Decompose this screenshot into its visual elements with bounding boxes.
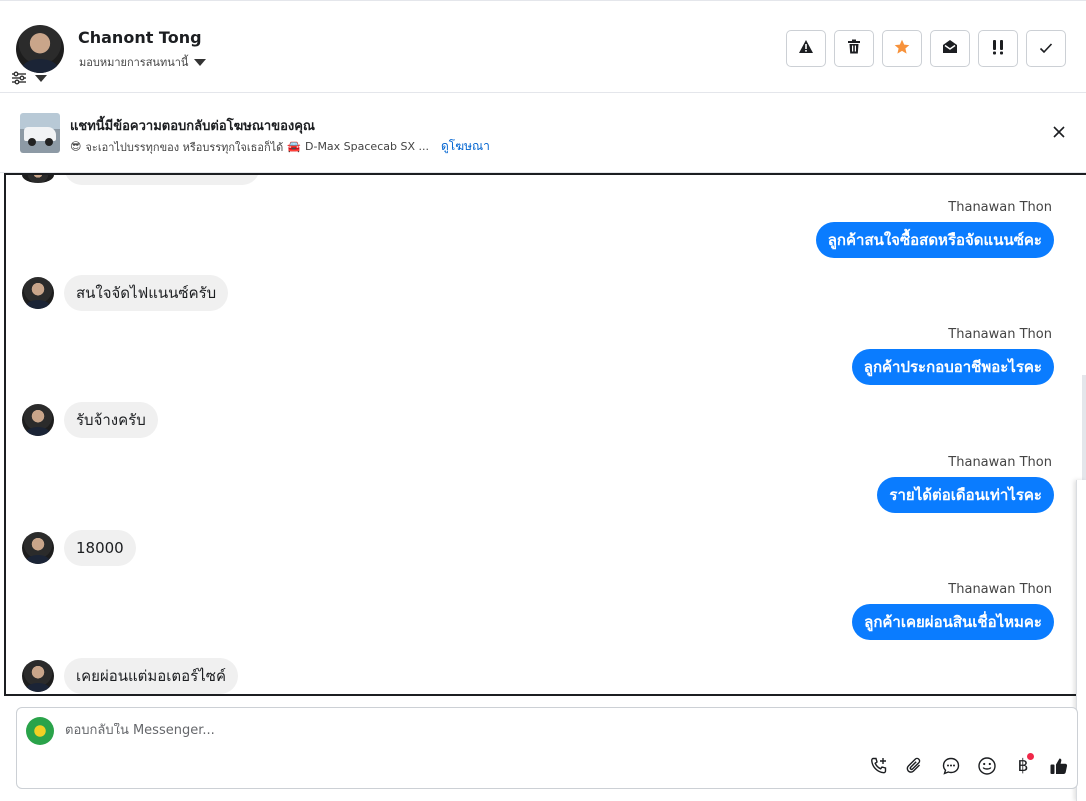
delete-button[interactable]	[834, 30, 874, 67]
star-button[interactable]	[882, 30, 922, 67]
page-avatar	[26, 717, 54, 745]
ad-reply-banner: แชทนี้มีข้อความตอบกลับต่อโฆษณาของคุณ 😎 จ…	[0, 93, 1086, 173]
message-composer: ฿	[16, 707, 1078, 789]
sender-name: Thanawan Thon	[948, 327, 1052, 342]
chat-header: Chanont Tong มอบหมายการสนทนานี้	[0, 0, 1086, 93]
car-emoji-icon: 🚘	[287, 140, 301, 153]
notification-dot	[1027, 753, 1034, 760]
ad-snippet: จะเอาไปบรรทุกของ หรือบรรทุกใจเธอก็ได้	[85, 140, 284, 154]
outgoing-message-bubble[interactable]: ลูกค้าเคยผ่อนสินเชื่อไหมคะ	[852, 604, 1054, 640]
ad-thumbnail[interactable]	[20, 113, 60, 153]
assign-conversation-dropdown[interactable]: มอบหมายการสนทนานี้	[79, 53, 207, 71]
close-icon[interactable]	[1050, 123, 1068, 141]
attachment-icon[interactable]	[903, 754, 927, 778]
inbox-chat-view: Chanont Tong มอบหมายการสนทนานี้ แชทนี้มี…	[0, 0, 1086, 801]
outgoing-message-bubble[interactable]: ลูกค้าสนใจซื้อสดหรือจัดแนนซ์คะ	[815, 222, 1054, 258]
avatar	[22, 175, 54, 183]
incoming-message: เคยผ่อนแต่มอเตอร์ไซค์	[22, 658, 238, 694]
incoming-message-bubble	[64, 175, 260, 185]
saved-reply-icon[interactable]	[939, 754, 963, 778]
incoming-message: รับจ้างครับ	[22, 402, 158, 438]
sender-name: Thanawan Thon	[948, 200, 1052, 215]
mark-done-button[interactable]	[1026, 30, 1066, 67]
double-exclamation-icon	[991, 39, 1005, 59]
sender-name: Thanawan Thon	[948, 582, 1052, 597]
avatar[interactable]	[22, 532, 54, 564]
follow-up-button[interactable]	[978, 30, 1018, 67]
warning-icon	[798, 39, 814, 58]
incoming-message: 18000	[22, 530, 136, 566]
incoming-message-bubble[interactable]: สนใจจัดไฟแนนซ์ครับ	[64, 275, 229, 311]
assign-label: มอบหมายการสนทนานี้	[79, 56, 189, 69]
incoming-message: สนใจจัดไฟแนนซ์ครับ	[22, 275, 229, 311]
thumbs-up-icon[interactable]	[1047, 754, 1071, 778]
sliders-icon	[11, 71, 27, 85]
incoming-message-bubble[interactable]: 18000	[64, 530, 136, 566]
incoming-message-bubble[interactable]: รับจ้างครับ	[64, 402, 158, 438]
emoji-icon[interactable]	[975, 754, 999, 778]
sunglasses-emoji-icon: 😎	[70, 140, 82, 153]
view-ad-link[interactable]: ดูโฆษณา	[441, 137, 490, 156]
baht-payment-icon[interactable]: ฿	[1011, 753, 1035, 778]
star-icon	[894, 39, 910, 59]
ad-banner-title: แชทนี้มีข้อความตอบกลับต่อโฆษณาของคุณ	[70, 119, 315, 134]
baht-symbol: ฿	[1017, 756, 1029, 776]
avatar[interactable]	[22, 277, 54, 309]
mark-unread-button[interactable]	[930, 30, 970, 67]
avatar[interactable]	[22, 660, 54, 692]
check-icon	[1039, 39, 1053, 58]
ad-banner-details: 😎 จะเอาไปบรรทุกของ หรือบรรทุกใจเธอก็ได้ …	[70, 137, 490, 156]
sender-name: Thanawan Thon	[948, 455, 1052, 470]
trash-icon	[847, 39, 861, 58]
conversation-toolbar	[786, 30, 1066, 67]
outgoing-message-bubble[interactable]: รายได้ต่อเดือนเท่าไรคะ	[877, 477, 1054, 513]
report-button[interactable]	[786, 30, 826, 67]
reply-input[interactable]	[65, 723, 825, 738]
ad-product: D-Max Spacecab SX ...	[305, 140, 429, 153]
incoming-message-bubble[interactable]: เคยผ่อนแต่มอเตอร์ไซค์	[64, 658, 238, 694]
caret-down-icon	[35, 74, 47, 82]
message-thread[interactable]: Thanawan Thon ลูกค้าสนใจซื้อสดหรือจัดแนน…	[4, 173, 1086, 696]
call-add-icon[interactable]	[867, 754, 891, 778]
list-item	[22, 175, 260, 185]
open-envelope-icon	[942, 39, 958, 58]
composer-actions: ฿	[867, 753, 1071, 778]
outgoing-message-bubble[interactable]: ลูกค้าประกอบอาชีพอะไรคะ	[851, 349, 1054, 385]
caret-down-icon	[194, 58, 207, 66]
contact-name[interactable]: Chanont Tong	[78, 28, 202, 47]
avatar[interactable]	[22, 404, 54, 436]
contact-avatar[interactable]	[16, 25, 64, 73]
filter-menu-button[interactable]	[11, 71, 47, 85]
